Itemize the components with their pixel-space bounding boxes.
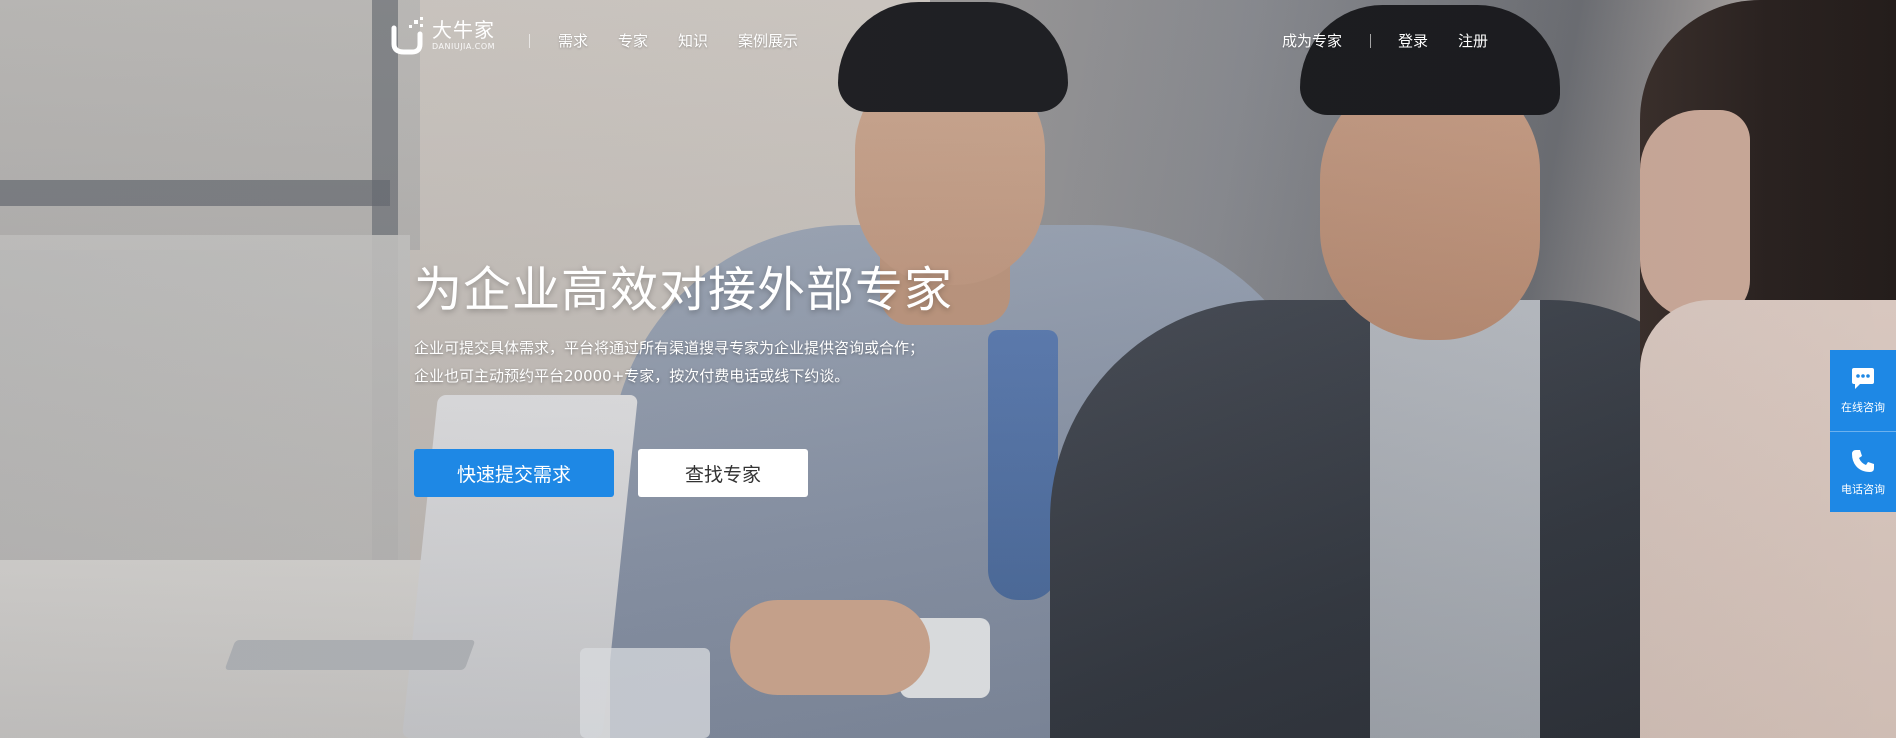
phone-consult-label: 电话咨询 bbox=[1841, 482, 1885, 496]
register-link[interactable]: 注册 bbox=[1458, 30, 1488, 51]
image-overlay bbox=[0, 0, 1896, 738]
hero-description-line-2: 企业也可主动预约平台20000+专家，按次付费电话或线下约谈。 bbox=[414, 367, 850, 385]
logo-mark-icon bbox=[390, 16, 426, 56]
top-navbar: 大牛家 DANIUJIA.COM 需求 专家 知识 案例展示 成为专家 登录 注… bbox=[0, 0, 1896, 80]
nav-account: 成为专家 登录 注册 bbox=[1282, 30, 1488, 51]
logo-name-en: DANIUJIA.COM bbox=[432, 42, 496, 51]
nav-link-cases[interactable]: 案例展示 bbox=[738, 30, 798, 51]
online-consult-button[interactable]: 在线咨询 bbox=[1830, 350, 1896, 431]
nav-menu: 需求 专家 知识 案例展示 bbox=[558, 30, 828, 51]
hero-description-line-1: 企业可提交具体需求，平台将通过所有渠道搜寻专家为企业提供咨询或合作； bbox=[414, 339, 925, 357]
find-expert-button[interactable]: 查找专家 bbox=[638, 449, 808, 497]
nav-link-experts[interactable]: 专家 bbox=[618, 30, 648, 51]
become-expert-link[interactable]: 成为专家 bbox=[1282, 30, 1342, 51]
nav-divider-right bbox=[1370, 33, 1372, 48]
logo-text: 大牛家 DANIUJIA.COM bbox=[432, 19, 495, 53]
hero-headline: 为企业高效对接外部专家 bbox=[414, 262, 954, 318]
logo-name-cn: 大牛家 bbox=[432, 18, 495, 42]
phone-icon bbox=[1852, 449, 1874, 472]
phone-consult-button[interactable]: 电话咨询 bbox=[1830, 430, 1896, 513]
online-consult-label: 在线咨询 bbox=[1841, 401, 1885, 415]
login-link[interactable]: 登录 bbox=[1398, 30, 1428, 51]
nav-divider bbox=[529, 34, 530, 48]
hero-banner: 大牛家 DANIUJIA.COM 需求 专家 知识 案例展示 成为专家 登录 注… bbox=[0, 0, 1896, 738]
submit-demand-button[interactable]: 快速提交需求 bbox=[414, 449, 614, 497]
side-consult-bar: 在线咨询 电话咨询 bbox=[1830, 350, 1896, 512]
hero-description: 企业可提交具体需求，平台将通过所有渠道搜寻专家为企业提供咨询或合作； 企业也可主… bbox=[414, 334, 924, 390]
nav-link-demand[interactable]: 需求 bbox=[558, 30, 588, 51]
chat-bubble-icon bbox=[1852, 368, 1874, 390]
nav-link-knowledge[interactable]: 知识 bbox=[678, 30, 708, 51]
site-logo[interactable]: 大牛家 DANIUJIA.COM bbox=[390, 14, 495, 58]
